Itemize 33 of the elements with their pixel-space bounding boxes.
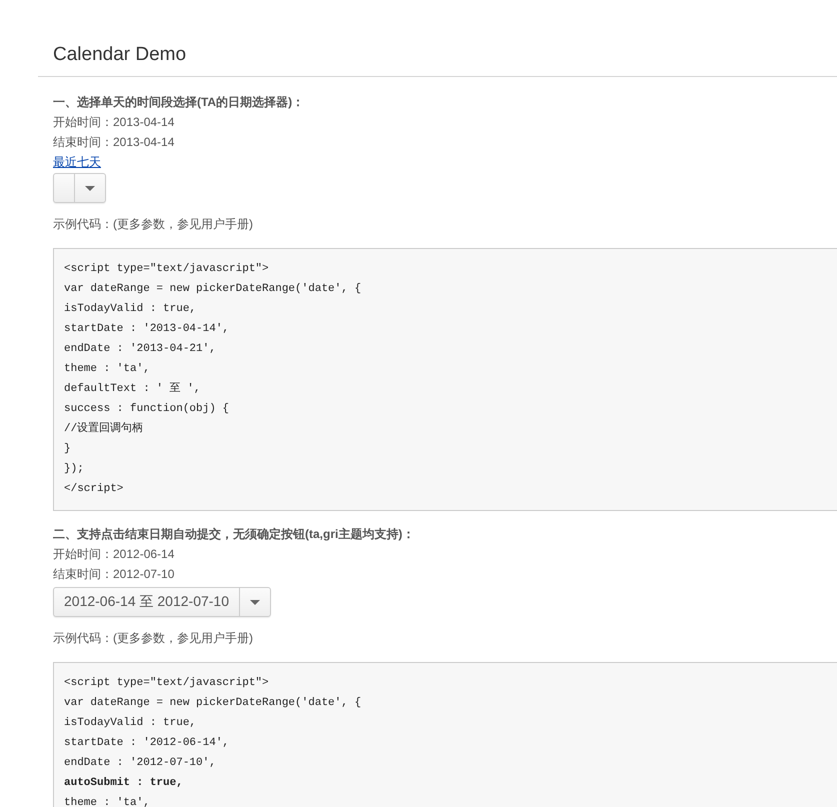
recent-days-link[interactable]: 最近七天 [53,152,101,172]
code-line: <script type="text/javascript"> [64,262,270,277]
end-time: 结束时间：2012-07-10 [53,566,174,583]
code-line: endDate : '2013-04-21', [64,342,217,357]
start-time: 开始时间：2012-06-14 [53,546,174,563]
caret-icon [85,186,95,190]
start-time: 开始时间：2013-04-14 [53,114,174,131]
end-time: 结束时间：2013-04-14 [53,134,174,151]
date-range-field[interactable]: 2012-06-14 至 2012-07-10 [54,588,240,616]
section-heading: 二、支持点击结束日期自动提交，无须确定按钮(ta,gri主题均支持)： [53,526,414,543]
code-line: success : function(obj) { [64,402,230,417]
code-line: defaultText : ' 至 ', [64,382,202,397]
code-line: </script> [64,482,124,497]
code-line: <script type="text/javascript"> [64,676,270,691]
code-label: 示例代码：(更多参数，参见用户手册) [53,630,253,647]
code-line: autoSubmit : true, [64,776,184,791]
code-line: var dateRange = new pickerDateRange('date', { [64,282,362,297]
code-line: var dateRange = new pickerDateRange('date', { [64,696,362,711]
code-line: } [64,442,72,457]
code-line: isTodayValid : true, [64,302,198,317]
page-title: Calendar Demo [53,43,188,67]
code-line: theme : 'ta', [64,796,151,807]
code-line: }); [64,462,85,477]
caret-icon [250,600,260,604]
code-line: theme : 'ta', [64,362,151,377]
code-line: startDate : '2012-06-14', [64,736,230,751]
code-line: //设置回调句柄 [64,421,144,437]
section-heading: 一、选择单天的时间段选择(TA的日期选择器)： [53,94,304,111]
code-label: 示例代码：(更多参数，参见用户手册) [53,216,253,233]
code-line: endDate : '2012-07-10', [64,756,217,771]
code-line: isTodayValid : true, [64,716,198,731]
code-line: startDate : '2013-04-14', [64,322,230,337]
date-range-picker[interactable]: 2012-06-14 至 2012-07-10 [53,587,272,617]
